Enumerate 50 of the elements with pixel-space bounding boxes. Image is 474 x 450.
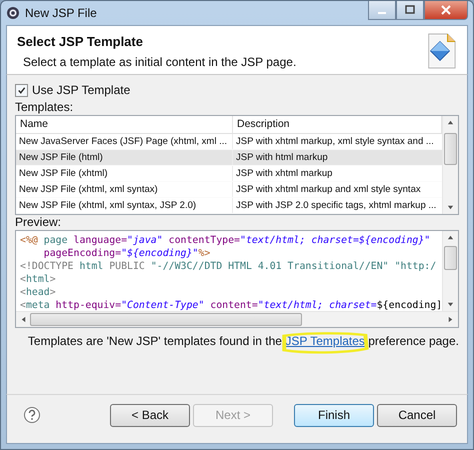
code-line: <html> bbox=[20, 273, 57, 286]
code-line: <head> bbox=[20, 286, 57, 299]
table-cell: New JSP File (xhtml, xml syntax) bbox=[16, 182, 233, 197]
table-cell: New JSP File (xhtml) bbox=[16, 166, 233, 181]
table-row[interactable]: New JSP File (xhtml, xml syntax, JSP 2.0) JSP with JSP 2.0 specific tags, xhtml markup ... bbox=[16, 198, 442, 214]
info-text: Templates are 'New JSP' templates found in the JSP Templates preference page. bbox=[28, 334, 459, 348]
table-cell-text: JSP with xhtml markup, xml style syntax and ... bbox=[235, 135, 435, 149]
section-label: Preview: bbox=[15, 215, 62, 230]
app-icon bbox=[6, 6, 20, 20]
maximize-button[interactable] bbox=[396, 1, 424, 20]
help-icon[interactable] bbox=[23, 406, 41, 424]
down-arrow-icon[interactable] bbox=[447, 301, 454, 308]
window-title: New JSP File bbox=[25, 6, 97, 20]
table-row[interactable]: New JSP File (xhtml) JSP with xhtml markup bbox=[16, 166, 442, 182]
table-row[interactable]: New JSP File (xhtml, xml syntax) JSP with xhtml markup and xml style syntax bbox=[16, 182, 442, 198]
table-cell-text: JSP with html markup bbox=[235, 151, 329, 165]
close-icon bbox=[441, 5, 451, 15]
scrollbar[interactable] bbox=[442, 231, 458, 311]
checkbox-label[interactable]: Use JSP Template bbox=[32, 83, 130, 97]
dialog-button[interactable]: Finish bbox=[294, 404, 374, 426]
table-row[interactable]: New JSP File (html) JSP with html markup bbox=[16, 150, 442, 166]
dialog-button[interactable]: < Back bbox=[110, 404, 190, 426]
minimize-button[interactable] bbox=[368, 1, 396, 20]
up-arrow-icon[interactable] bbox=[447, 234, 454, 241]
checkbox[interactable] bbox=[15, 84, 28, 96]
code-line: pageEncoding="${encoding}"%> bbox=[42, 247, 212, 260]
left-arrow-icon[interactable] bbox=[20, 316, 27, 323]
table-cell-text: JSP with JSP 2.0 specific tags, xhtml markup ... bbox=[235, 199, 438, 213]
table-cell: New JSP File (xhtml, xml syntax, JSP 2.0) bbox=[16, 198, 233, 213]
table-cell-text: JSP with xhtml markup bbox=[235, 167, 334, 181]
scrollbar[interactable] bbox=[442, 116, 458, 214]
checkmark-icon bbox=[17, 86, 26, 94]
section-label: Templates: bbox=[15, 100, 74, 115]
close-button[interactable] bbox=[424, 1, 468, 20]
right-arrow-icon[interactable] bbox=[447, 316, 454, 323]
table-cell: New JavaServer Faces (JSF) Page (xhtml, xml ... bbox=[16, 134, 233, 149]
code-line: <meta http-equiv="Content-Type" content="text/html; charset=${encoding] bbox=[20, 299, 442, 311]
dialog-button[interactable]: Cancel bbox=[377, 404, 457, 426]
code-line: <%@ page language="java" contentType="text/html; charset=${encoding}" bbox=[20, 234, 432, 247]
code-line: <!DOCTYPE html PUBLIC "-//W3C//DTD HTML 4.01 Transitional//EN" "http:/ bbox=[20, 260, 438, 273]
up-arrow-icon[interactable] bbox=[447, 119, 454, 126]
scrollbar[interactable] bbox=[16, 311, 458, 327]
page-description: Select a template as initial content in the JSP page. bbox=[22, 55, 298, 69]
minimize-icon bbox=[377, 11, 387, 15]
table-cell: New JSP File (html) bbox=[16, 150, 233, 165]
column-header[interactable]: Name bbox=[16, 116, 233, 133]
maximize-icon bbox=[405, 5, 415, 15]
page-title: Select JSP Template bbox=[17, 34, 144, 49]
table-cell-text: JSP with xhtml markup and xml style syntax bbox=[235, 183, 422, 197]
down-arrow-icon[interactable] bbox=[447, 204, 454, 211]
